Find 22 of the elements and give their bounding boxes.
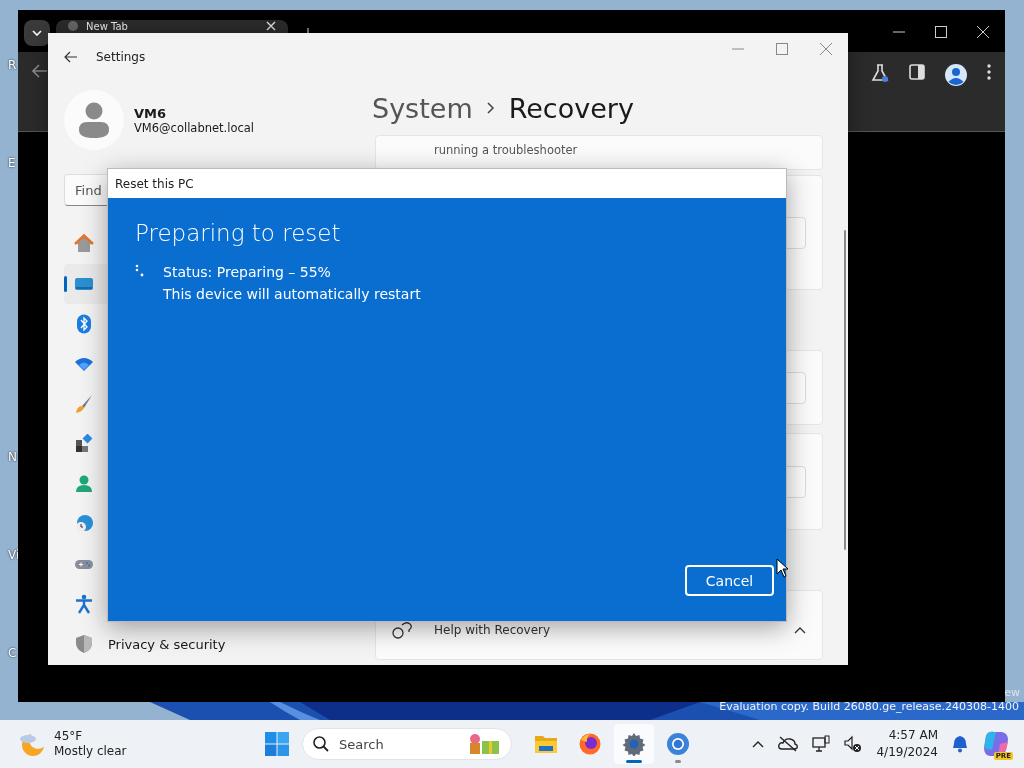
clock-time: 4:57 AM [888,727,938,744]
dialog-title: Reset this PC [115,176,194,191]
desktop-icon-label: E [8,156,16,170]
watermark-text: Evaluation copy. Build 26080.ge_release.240308-1400 [719,700,1019,713]
temperature: 45°F [54,729,84,744]
user-name: VM6 [134,105,168,121]
status-text: Status: Preparing – 55% [163,264,332,280]
status-note: This device will automatically restart [163,286,421,302]
weather-condition: Mostly clear [54,744,127,759]
page-title: Recovery [508,92,634,124]
desktop-icon-label: C [8,646,17,660]
desktop-icon-label: R [8,58,17,72]
search-placeholder: Search [339,736,384,752]
desktop-icon-label: Vi [8,548,20,562]
clock-date: 4/19/2024 [876,744,938,761]
desktop-icon-label: N [8,450,17,464]
card-description: running a troubleshooter [433,143,578,157]
card-title: Help with Recovery [434,623,551,637]
user-email: VM6@collabnet.local [134,120,255,135]
window-title: Settings [96,50,146,64]
dialog-heading: Preparing to reset [135,220,341,246]
watermark-text: ew [1004,686,1020,699]
